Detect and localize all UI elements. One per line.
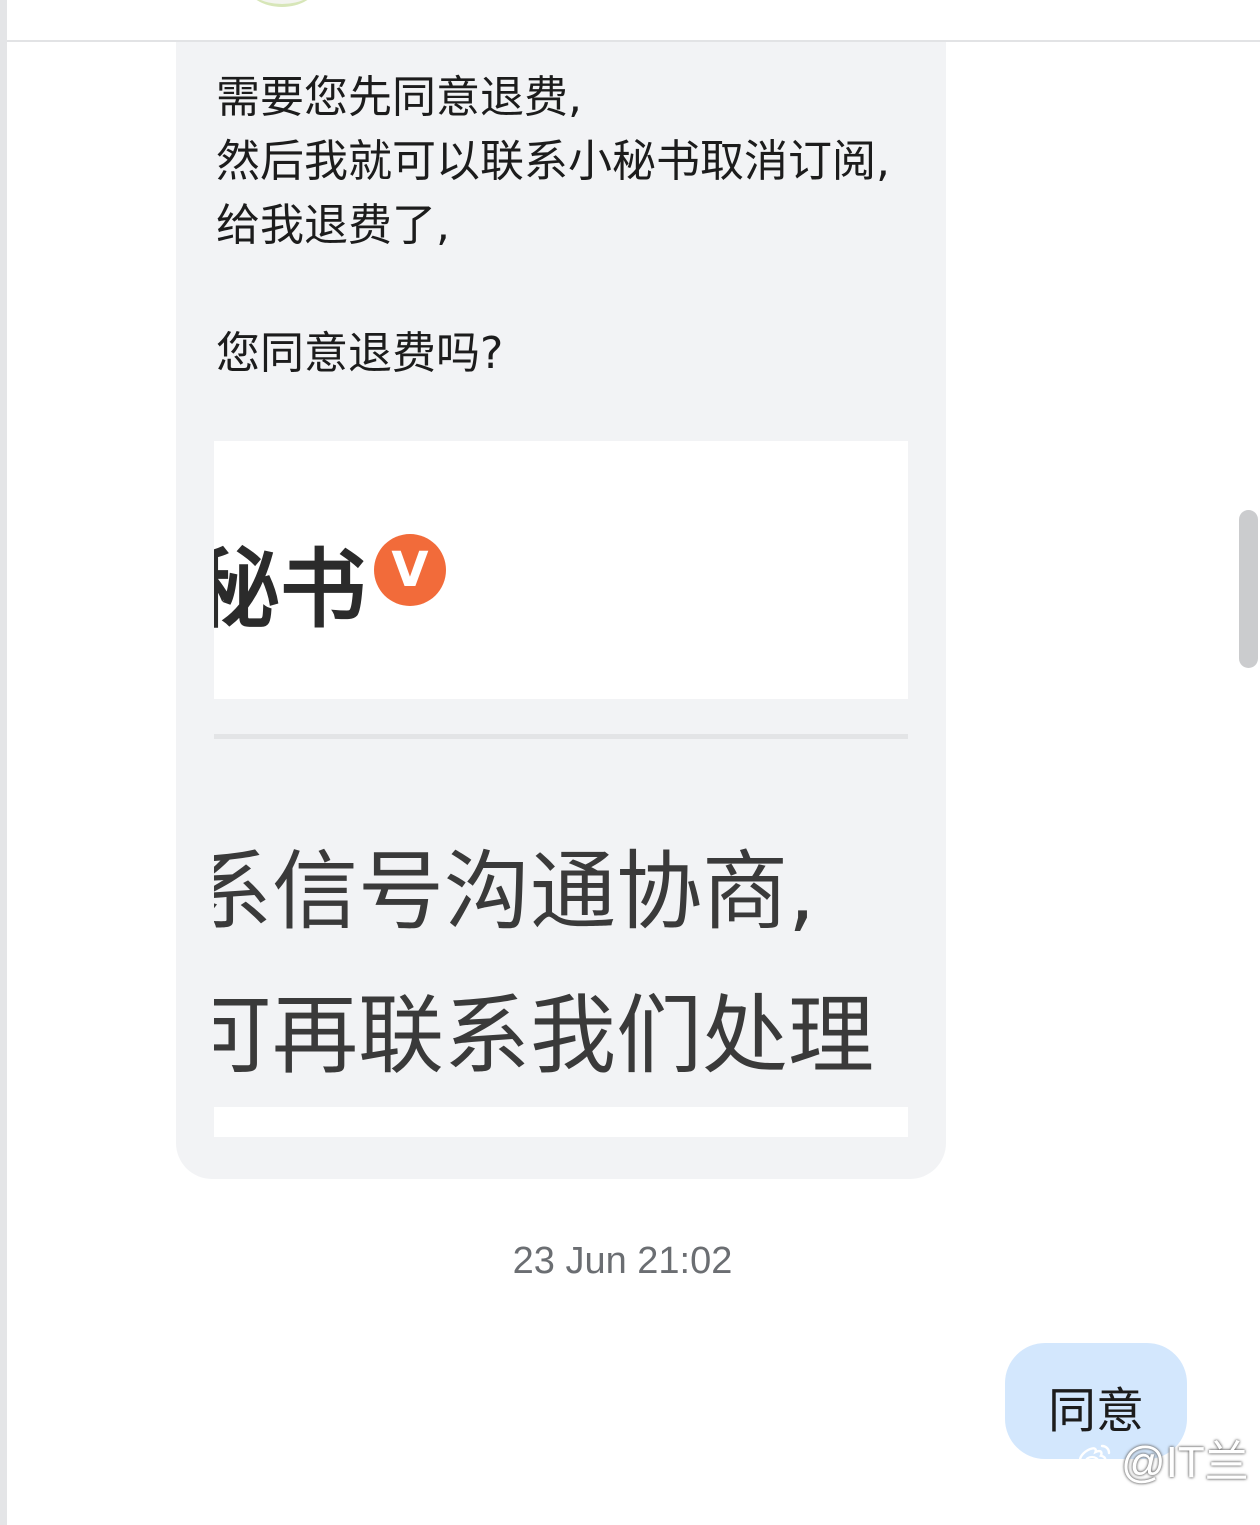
attachment-divider	[214, 734, 908, 739]
scrollbar-thumb[interactable]	[1239, 510, 1258, 668]
attachment-text-line: 可再联系我们处理	[214, 986, 874, 1086]
verified-badge-icon: V	[374, 534, 446, 606]
attachment-account-name: 秘书	[214, 540, 366, 640]
watermark-text: @IT兰	[1121, 1438, 1249, 1487]
message-timestamp: 23 Jun 21:02	[512, 1240, 733, 1282]
watermark: @IT兰	[1075, 1430, 1249, 1487]
incoming-message-text: 需要您先同意退费, 然后我就可以联系小秘书取消订阅,给我退费了, 您同意退费吗?	[216, 72, 890, 379]
contact-avatar[interactable]	[247, 0, 317, 7]
message-image-attachment[interactable]: 秘书 V 系信号沟通协商, 可再联系我们处理	[214, 441, 908, 1137]
incoming-message-bubble[interactable]: 需要您先同意退费, 然后我就可以联系小秘书取消订阅,给我退费了, 您同意退费吗?…	[176, 42, 946, 1179]
chat-header	[7, 0, 1260, 42]
chat-screen: 需要您先同意退费, 然后我就可以联系小秘书取消订阅,给我退费了, 您同意退费吗?…	[0, 0, 1260, 1525]
attachment-footer	[214, 1107, 908, 1137]
attachment-header: 秘书 V	[214, 441, 908, 699]
attachment-text-line: 系信号沟通协商,	[214, 842, 816, 942]
weibo-logo-icon	[1078, 1444, 1111, 1470]
left-edge	[0, 0, 7, 1525]
